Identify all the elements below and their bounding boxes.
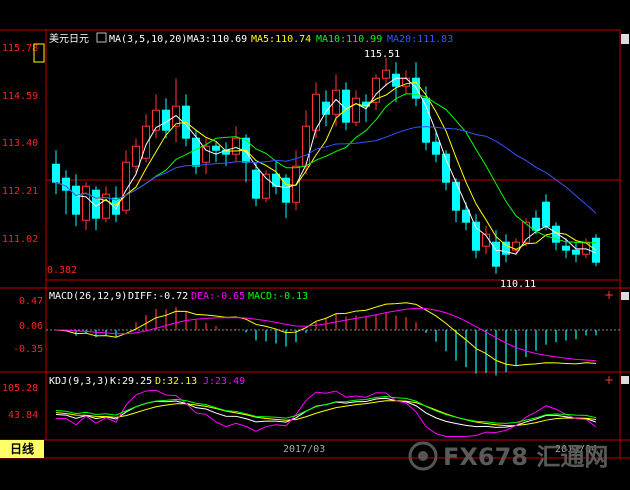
chart-canvas: 美元日元 MA(3,5,10,20) MA3:110.69 MA5:110.74…	[0, 29, 630, 459]
low-marker-label: 110.11	[500, 279, 536, 290]
candle-body	[202, 145, 210, 163]
candle-body	[452, 181, 460, 211]
candle-body	[192, 137, 200, 167]
kdj-add-icon[interactable]: +	[604, 373, 614, 387]
candle-body	[382, 69, 390, 79]
candle-body	[52, 163, 60, 183]
watermark-text: FX678 汇通网	[443, 443, 608, 471]
period-tab-daily[interactable]: 日线	[0, 440, 44, 458]
candle-body	[462, 209, 470, 223]
candle-body	[302, 125, 310, 167]
price-axis: 115.78 114.59 113.40 112.21 111.02	[2, 43, 38, 245]
macd-add-icon[interactable]: +	[604, 288, 614, 302]
macd-axis: 0.47 0.06 -0.35	[13, 296, 43, 355]
panel-scroll-button[interactable]	[621, 376, 629, 384]
candle-body	[72, 185, 80, 215]
candle-body	[542, 201, 550, 227]
ma5-legend: MA5:110.74	[251, 34, 311, 45]
price-tick: 112.21	[2, 186, 38, 197]
price-tick: 114.59	[2, 91, 38, 102]
j-legend: J:23.49	[203, 376, 245, 387]
ma-indicator-name: MA(3,5,10,20)	[109, 34, 187, 45]
d-legend: D:32.13	[155, 376, 197, 387]
candle-body	[132, 145, 140, 167]
candle-body	[252, 169, 260, 199]
candle-body	[592, 237, 600, 263]
scroll-up-button[interactable]	[621, 34, 629, 44]
price-tick: 113.40	[2, 138, 38, 149]
candle-body	[422, 97, 430, 143]
panel-scroll-button[interactable]	[621, 292, 629, 300]
diff-line	[55, 302, 597, 367]
candle-body	[532, 217, 540, 231]
macd-tick: 0.06	[19, 321, 43, 332]
diff-legend: DIFF:-0.72	[128, 291, 188, 302]
candle-body	[352, 97, 360, 123]
candle-body	[582, 241, 590, 255]
dea-line	[55, 307, 597, 362]
high-marker-label: 115.51	[364, 49, 400, 60]
macd-indicator-name: MACD(26,12,9)	[49, 291, 127, 302]
candle-body	[572, 249, 580, 255]
ma10-legend: MA10:110.99	[316, 34, 382, 45]
candle-body	[212, 145, 220, 151]
j-line	[55, 389, 597, 438]
candle-body	[432, 141, 440, 155]
macd-lines	[55, 302, 597, 367]
candle-body	[562, 245, 570, 251]
kdj-axis: 105.28 43.84	[2, 383, 38, 421]
candlestick-series	[52, 57, 600, 274]
macd-tick: 0.47	[19, 296, 43, 307]
time-label-march: 2017/03	[283, 444, 325, 455]
dea-legend: DEA:-0.65	[191, 291, 245, 302]
macd-tick: -0.35	[13, 344, 43, 355]
symbol-label: 美元日元	[49, 32, 89, 45]
macd-legend: MACD:-0.13	[248, 291, 308, 302]
fib-level-label: 0.382	[47, 265, 77, 276]
k-legend: K:29.25	[110, 376, 152, 387]
candle-body	[82, 185, 90, 221]
settings-icon[interactable]	[96, 32, 107, 43]
kdj-tick: 105.28	[2, 383, 38, 394]
kdj-lines	[55, 389, 597, 438]
price-tick: 115.78	[2, 43, 38, 54]
kdj-tick: 43.84	[8, 410, 38, 421]
kdj-indicator-name: KDJ(9,3,3)	[49, 376, 109, 387]
candle-body	[232, 137, 240, 155]
ma20-legend: MA20:111.83	[387, 34, 453, 45]
ma3-legend: MA3:110.69	[187, 34, 247, 45]
fx678-watermark: FX678 汇通网	[408, 441, 608, 471]
price-tick: 111.02	[2, 234, 38, 245]
